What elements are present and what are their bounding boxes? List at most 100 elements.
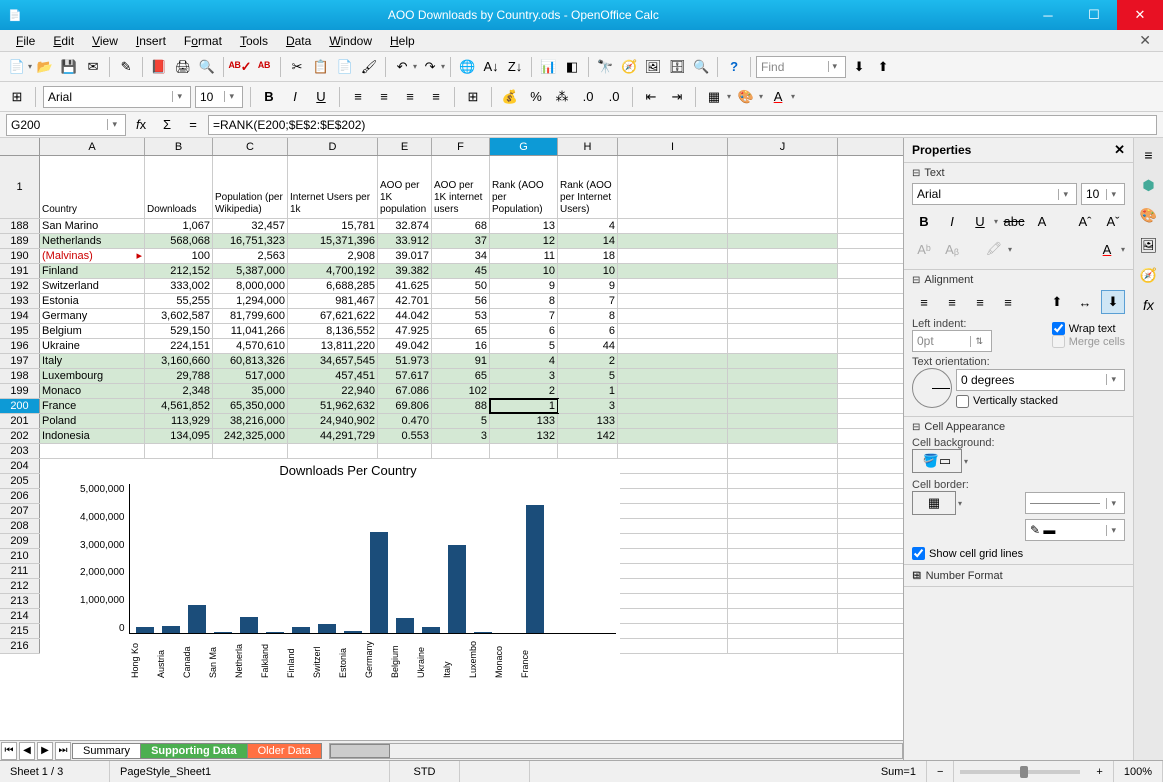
sheet-tab-supporting[interactable]: Supporting Data: [140, 743, 248, 759]
edit-icon[interactable]: ✎: [115, 56, 137, 78]
sb-font-combo[interactable]: Arial▾: [912, 183, 1077, 205]
font-name-combo[interactable]: Arial▾: [43, 86, 191, 108]
italic-button[interactable]: I: [284, 86, 306, 108]
section-alignment[interactable]: Alignment: [912, 274, 1125, 286]
copy-icon[interactable]: 📋: [310, 56, 332, 78]
cell-reference-input[interactable]: G200▾: [6, 114, 126, 136]
brush-icon[interactable]: 🖌: [358, 56, 380, 78]
new-icon[interactable]: 📄: [6, 56, 28, 78]
export-pdf-icon[interactable]: 📕: [148, 56, 170, 78]
spellcheck-icon[interactable]: ᴬᴮ✓: [229, 56, 251, 78]
section-numfmt[interactable]: ⊞ Number Format: [912, 569, 1125, 582]
close-button[interactable]: ✕: [1117, 0, 1163, 30]
navigator-icon[interactable]: 🧭: [618, 56, 640, 78]
status-mode[interactable]: STD: [390, 761, 460, 782]
sb-align-left-icon[interactable]: ≡: [912, 290, 936, 314]
status-zoom[interactable]: 100%: [1114, 761, 1163, 782]
sb-border-style[interactable]: ▾: [1025, 492, 1125, 514]
align-center-icon[interactable]: ≡: [373, 86, 395, 108]
autospell-icon[interactable]: ᴬᴮ: [253, 56, 275, 78]
sb-border-color[interactable]: ✎ ▬▾: [1025, 519, 1125, 541]
embedded-chart[interactable]: Downloads Per Country 5,000,0004,000,000…: [40, 459, 620, 689]
open-icon[interactable]: 📂: [34, 56, 56, 78]
zoom-icon[interactable]: 🔍: [690, 56, 712, 78]
sb-nav-icon[interactable]: 🧭: [1138, 264, 1160, 286]
undo-icon[interactable]: ↶: [391, 56, 413, 78]
sb-props-icon[interactable]: ⬢: [1138, 174, 1160, 196]
currency-icon[interactable]: 💰: [499, 86, 521, 108]
status-sheet[interactable]: Sheet 1 / 3: [0, 761, 110, 782]
bgcolor-icon[interactable]: 🎨: [735, 86, 757, 108]
redo-icon[interactable]: ↷: [419, 56, 441, 78]
sb-gallery-icon[interactable]: 🖼: [1138, 234, 1160, 256]
menu-format[interactable]: Format: [176, 32, 230, 50]
paste-icon[interactable]: 📄: [334, 56, 356, 78]
menu-tools[interactable]: Tools: [232, 32, 276, 50]
tab-first-icon[interactable]: ⏮: [1, 742, 17, 760]
print-icon[interactable]: 🖨: [172, 56, 194, 78]
horizontal-scrollbar[interactable]: [329, 743, 903, 759]
align-justify-icon[interactable]: ≡: [425, 86, 447, 108]
borders-icon[interactable]: ▦: [703, 86, 725, 108]
sb-shrink-font-icon[interactable]: Aˇ: [1101, 209, 1125, 233]
sb-wrap-check[interactable]: Wrap text: [1052, 322, 1125, 335]
sb-degrees-combo[interactable]: 0 degrees▾: [956, 369, 1125, 391]
sb-vstack-check[interactable]: Vertically stacked: [956, 395, 1125, 408]
sb-align-justify-icon[interactable]: ≡: [996, 290, 1020, 314]
percent-icon[interactable]: %: [525, 86, 547, 108]
sb-bgcolor-picker[interactable]: 🪣▭: [912, 449, 962, 473]
zoom-slider[interactable]: [960, 770, 1080, 774]
del-decimal-icon[interactable]: .0: [603, 86, 625, 108]
sheet-tab-older[interactable]: Older Data: [247, 743, 322, 759]
sidebar-close-icon[interactable]: ✕: [1114, 142, 1125, 158]
sb-super-button[interactable]: Aᵇ: [912, 237, 936, 261]
sort-asc-icon[interactable]: A↓: [480, 56, 502, 78]
sb-func-icon[interactable]: fx: [1138, 294, 1160, 316]
styles-icon[interactable]: ⊞: [6, 86, 28, 108]
sb-grow-font-icon[interactable]: Aˆ: [1073, 209, 1097, 233]
save-icon[interactable]: 💾: [58, 56, 80, 78]
fontcolor-icon[interactable]: A: [767, 86, 789, 108]
add-decimal-icon[interactable]: .0: [577, 86, 599, 108]
sb-valign-bot-icon[interactable]: ⬇: [1101, 290, 1125, 314]
align-left-icon[interactable]: ≡: [347, 86, 369, 108]
align-right-icon[interactable]: ≡: [399, 86, 421, 108]
bold-button[interactable]: B: [258, 86, 280, 108]
sb-shadow-button[interactable]: A: [1030, 209, 1054, 233]
dec-indent-icon[interactable]: ⇤: [640, 86, 662, 108]
menu-help[interactable]: Help: [382, 32, 423, 50]
sb-config-icon[interactable]: ≡: [1138, 144, 1160, 166]
status-sum[interactable]: Sum=1: [530, 761, 927, 782]
function-wizard-icon[interactable]: fx: [130, 114, 152, 136]
merge-cells-icon[interactable]: ⊞: [462, 86, 484, 108]
sb-italic-button[interactable]: I: [940, 209, 964, 233]
sb-gridlines-check[interactable]: Show cell grid lines: [912, 547, 1125, 560]
hyperlink-icon[interactable]: 🌐: [456, 56, 478, 78]
minimize-button[interactable]: ─: [1025, 0, 1071, 30]
menu-window[interactable]: Window: [321, 32, 380, 50]
maximize-button[interactable]: ☐: [1071, 0, 1117, 30]
zoom-out-icon[interactable]: −: [927, 761, 954, 782]
tab-next-icon[interactable]: ▶: [37, 742, 53, 760]
section-text[interactable]: Text: [912, 167, 1125, 179]
sb-indent-input[interactable]: 0pt⇅: [912, 330, 992, 352]
sb-strike-button[interactable]: abc: [1002, 209, 1026, 233]
datasources-icon[interactable]: 🗄: [666, 56, 688, 78]
find-input[interactable]: Find▾: [756, 56, 846, 78]
help-icon[interactable]: ?: [723, 56, 745, 78]
cut-icon[interactable]: ✂: [286, 56, 308, 78]
sort-desc-icon[interactable]: Z↓: [504, 56, 526, 78]
sheet-tab-summary[interactable]: Summary: [72, 743, 141, 759]
gallery-icon[interactable]: 🖼: [642, 56, 664, 78]
sb-underline-button[interactable]: U: [968, 209, 992, 233]
sum-icon[interactable]: Σ: [156, 114, 178, 136]
section-appearance[interactable]: Cell Appearance: [912, 421, 1125, 433]
sb-align-right-icon[interactable]: ≡: [968, 290, 992, 314]
spreadsheet-grid[interactable]: 1CountryDownloadsPopulation (per Wikiped…: [0, 156, 903, 740]
status-style[interactable]: PageStyle_Sheet1: [110, 761, 390, 782]
chart-icon[interactable]: 📊: [537, 56, 559, 78]
inc-indent-icon[interactable]: ⇥: [666, 86, 688, 108]
sb-fontcolor-icon[interactable]: A: [1095, 237, 1119, 261]
formula-input[interactable]: [208, 115, 1157, 135]
menu-insert[interactable]: Insert: [128, 32, 174, 50]
